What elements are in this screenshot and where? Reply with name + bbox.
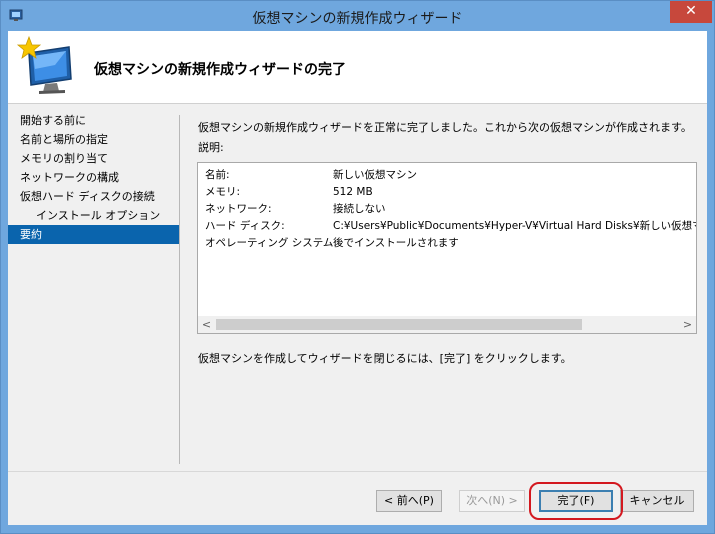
summary-key: ネットワーク: [205,203,272,215]
summary-value: 新しい仮想マシン [333,169,417,181]
summary-value: 接続しない [333,203,386,215]
summary-row: ネットワーク: 接続しない [205,201,695,218]
description-label: 説明: [198,141,224,154]
horizontal-scrollbar[interactable]: < > [198,316,696,333]
title-bar[interactable]: 仮想マシンの新規作成ウィザード ✕ [1,1,714,31]
wizard-header: 仮想マシンの新規作成ウィザードの完了 [8,31,707,104]
cancel-button[interactable]: キャンセル [620,490,694,512]
scrollbar-thumb[interactable] [216,319,582,330]
close-button[interactable]: ✕ [670,1,712,23]
back-button[interactable]: < 前へ(P) [376,490,442,512]
close-icon: ✕ [685,3,697,19]
window-title: 仮想マシンの新規作成ウィザード [252,11,463,27]
nav-item-name-location[interactable]: 名前と場所の指定 [8,130,179,149]
summary-row: メモリ: 512 MB [205,184,695,201]
new-vm-wizard-icon [16,35,72,94]
intro-text: 仮想マシンの新規作成ウィザードを正常に完了しました。これから次の仮想マシンが作成… [198,121,692,134]
nav-item-before-you-begin[interactable]: 開始する前に [8,111,179,130]
scroll-right-icon[interactable]: > [679,316,696,333]
finish-instruction: 仮想マシンを作成してウィザードを閉じるには、[完了] をクリックします。 [198,352,572,365]
next-button[interactable]: 次へ(N) > [459,490,525,512]
summary-key: ハード ディスク: [205,220,285,232]
summary-value: C:¥Users¥Public¥Documents¥Hyper-V¥Virtua… [333,220,697,232]
summary-key: オペレーティング システム: [205,237,337,249]
footer-divider [8,471,707,472]
nav-item-network[interactable]: ネットワークの構成 [8,168,179,187]
wizard-window: 仮想マシンの新規作成ウィザード ✕ 仮想マシンの新規作成ウィザードの完了 開始す… [0,0,715,534]
nav-divider [179,115,180,464]
summary-row: 名前: 新しい仮想マシン [205,167,695,184]
header-title: 仮想マシンの新規作成ウィザードの完了 [94,62,346,78]
wizard-client-area: 仮想マシンの新規作成ウィザードの完了 開始する前に 名前と場所の指定 メモリの割… [8,31,707,525]
wizard-step-nav: 開始する前に 名前と場所の指定 メモリの割り当て ネットワークの構成 仮想ハード… [8,111,179,466]
nav-item-memory[interactable]: メモリの割り当て [8,149,179,168]
summary-key: 名前: [205,169,230,181]
nav-item-virtual-disk[interactable]: 仮想ハード ディスクの接続 [8,187,179,206]
summary-listbox[interactable]: 名前: 新しい仮想マシン メモリ: 512 MB ネットワーク: 接続しない ハード … [197,162,697,334]
finish-button[interactable]: 完了(F) [539,490,613,512]
nav-item-summary[interactable]: 要約 [8,225,179,244]
scroll-left-icon[interactable]: < [198,316,215,333]
summary-row: オペレーティング システム:後でインストールされます [205,235,695,252]
summary-row: ハード ディスク: C:¥Users¥Public¥Documents¥Hyper… [205,218,697,235]
summary-key: メモリ: [205,186,241,198]
summary-value: 512 MB [333,186,373,198]
nav-item-install-options[interactable]: インストール オプション [8,206,179,225]
summary-value: 後でインストールされます [333,237,459,249]
